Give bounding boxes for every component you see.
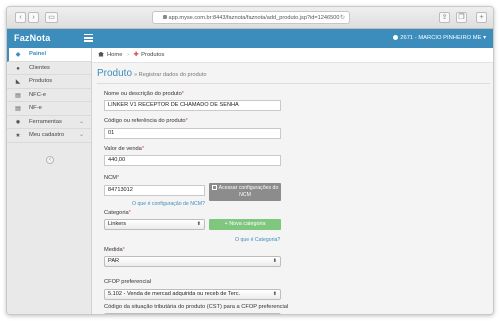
back-button[interactable]: ‹	[15, 12, 26, 23]
app-header: FazNota 2671 - MARCIO PINHEIRO ME ▾	[7, 29, 493, 48]
sidebar-item-label: NF-e	[29, 105, 42, 111]
new-tab-button[interactable]: +	[476, 12, 487, 23]
ncm-config-button[interactable]: Acessar configurações do NCM	[209, 183, 281, 201]
collapse-sidebar-button[interactable]: ‹	[46, 156, 54, 164]
caret-down-icon: ▾	[483, 35, 486, 41]
address-bar[interactable]: app.myse.com.br:8443/faznota/faznota/add…	[152, 11, 350, 24]
categoria-help-link[interactable]: O que é Categoria?	[235, 237, 280, 243]
forward-button[interactable]: ›	[28, 12, 39, 23]
valor-label: Valor de venda*	[104, 146, 145, 152]
sidebar: ◆ Painel ● Clientes ◣ Produtos ▤ NFC-e ▤…	[7, 48, 92, 314]
sidebar-item-label: NFC-e	[29, 91, 47, 98]
tabs-button[interactable]: ❐	[456, 12, 467, 23]
file-icon: ▤	[15, 92, 21, 99]
sidebar-item-clientes[interactable]: ● Clientes	[7, 62, 91, 75]
home-icon	[98, 51, 104, 57]
plus-icon: +	[479, 14, 484, 21]
chevron-left-icon: ‹	[49, 157, 51, 163]
codigo-field[interactable]: 01	[104, 128, 281, 139]
nome-field[interactable]: LINKER V1 RECEPTOR DE CHAMADO DE SENHA	[104, 100, 281, 111]
star-icon: ★	[15, 133, 21, 139]
share-button[interactable]: ⇪	[439, 12, 450, 23]
main-content: Home › ✚ Produtos Produto » Registrar da…	[92, 48, 493, 314]
chevron-down-icon: ⌄	[78, 132, 84, 138]
page-title: Produto	[97, 68, 133, 79]
select-arrows-icon: ⬍	[272, 291, 277, 297]
file-icon	[211, 185, 217, 190]
breadcrumb-home[interactable]: Home	[107, 52, 122, 58]
cfop-label: CFOP preferencial	[104, 279, 151, 285]
categoria-selected: Linkers	[108, 221, 127, 227]
sidebar-item-meu-cadastro[interactable]: ★ Meu cadastro ⌄	[7, 129, 91, 143]
nome-label: Nome ou descrição do produto*	[104, 91, 184, 97]
divider	[97, 83, 490, 84]
ncm-help-link[interactable]: O que é configuração de NCM?	[132, 201, 205, 207]
browser-window: ‹ › ▭ app.myse.com.br:8443/faznota/fazno…	[6, 6, 494, 315]
chevron-left-icon: ‹	[19, 14, 22, 21]
ncm-config-label: Acessar configurações do NCM	[218, 185, 279, 198]
ncm-label: NCM*	[104, 175, 120, 181]
nova-categoria-button[interactable]: + Nova categoria	[209, 219, 281, 230]
tabs-icon: ❐	[458, 14, 465, 21]
sidebar-item-label: Meu cadastro	[29, 132, 65, 138]
chevron-down-icon: ⌄	[78, 118, 84, 125]
cst-label: Código da situação tributária do produto…	[104, 304, 289, 310]
sidebar-item-ferramentas[interactable]: ✹ Ferramentas ⌄	[7, 116, 91, 129]
cfop-select[interactable]: 5.102 - Venda de mercad adquirida ou rec…	[104, 289, 281, 300]
cfop-selected: 5.102 - Venda de mercad adquirida ou rec…	[108, 291, 241, 297]
user-name: 2671 - MARCIO PINHEIRO ME	[400, 35, 482, 41]
medida-selected: PAR	[108, 258, 120, 264]
reload-icon[interactable]: ↻	[340, 12, 345, 23]
select-arrows-icon: ⬍	[272, 258, 277, 264]
breadcrumb: Home › ✚ Produtos	[92, 48, 493, 63]
codigo-label: Código ou referência do produto*	[104, 118, 188, 124]
valor-field[interactable]: 440,00	[104, 155, 281, 166]
sidebar-item-nfce[interactable]: ▤ NFC-e	[7, 89, 91, 102]
file-icon: ▤	[15, 106, 21, 112]
sidebar-item-label: Ferramentas	[29, 118, 62, 125]
breadcrumb-current: Produtos	[141, 52, 165, 58]
user-icon	[393, 35, 399, 40]
categoria-select[interactable]: Linkers ⬍	[104, 219, 205, 230]
user-icon: ●	[16, 65, 20, 72]
sidebar-icon: ▭	[48, 14, 55, 21]
lock-icon	[162, 15, 167, 19]
user-menu[interactable]: 2671 - MARCIO PINHEIRO ME ▾	[393, 29, 486, 48]
sidebar-item-label: Painel	[29, 51, 47, 57]
share-icon: ⇪	[441, 14, 448, 21]
brand-logo[interactable]: FazNota	[14, 29, 50, 48]
sidebar-item-label: Clientes	[29, 64, 50, 71]
medida-select[interactable]: PAR ⬍	[104, 256, 281, 267]
categoria-label: Categoria*	[104, 210, 131, 216]
sidebar-item-painel[interactable]: ◆ Painel	[7, 48, 91, 62]
sidebar-toggle-button[interactable]: ▭	[45, 12, 58, 23]
sidebar-item-produtos[interactable]: ◣ Produtos	[7, 75, 91, 89]
plus-icon: ✚	[133, 52, 139, 58]
gear-icon: ✹	[15, 119, 21, 126]
select-arrows-icon: ⬍	[196, 221, 201, 227]
medida-label: Medida*	[104, 247, 125, 253]
sidebar-item-label: Produtos	[29, 78, 53, 84]
chevron-right-icon: ›	[32, 14, 35, 21]
hamburger-icon[interactable]	[84, 34, 93, 43]
url-text: app.myse.com.br:8443/faznota/faznota/add…	[168, 15, 340, 21]
ncm-field[interactable]: 84713012	[104, 185, 205, 196]
dashboard-icon: ◆	[15, 52, 21, 58]
tags-icon: ◣	[15, 79, 21, 85]
page-subtitle: » Registrar dados do produto	[134, 71, 207, 78]
browser-toolbar: ‹ › ▭ app.myse.com.br:8443/faznota/fazno…	[7, 7, 493, 29]
sidebar-item-nfe[interactable]: ▤ NF-e	[7, 102, 91, 116]
breadcrumb-separator: ›	[127, 52, 130, 58]
cst-select[interactable]	[104, 313, 281, 314]
